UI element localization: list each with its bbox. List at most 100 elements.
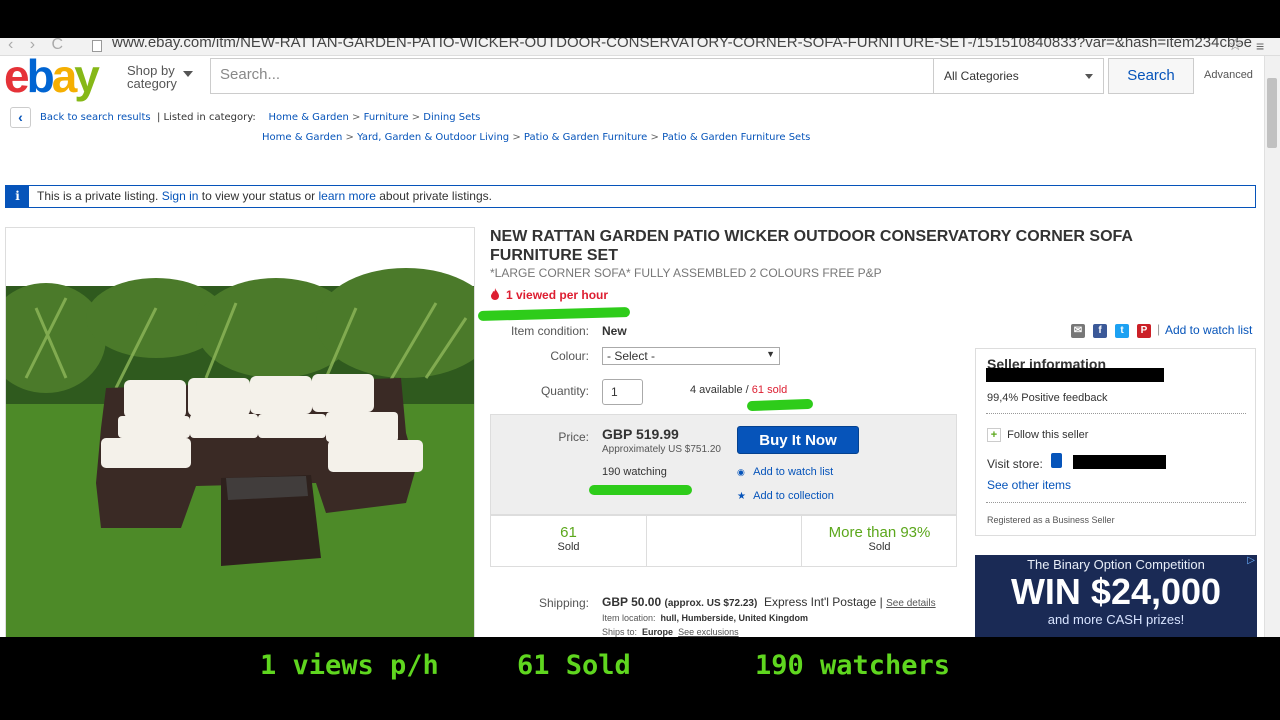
buy-it-now-button[interactable]: Buy It Now [737,426,859,454]
price-label: Price: [558,430,589,444]
stat-value: More than 93% [828,524,931,541]
add-to-watch-list-button[interactable]: ◉ Add to watch list [737,466,833,478]
viewed-text: 1 viewed per hour [506,288,609,302]
shop-by-category-button[interactable]: Shop by category [127,64,177,90]
sign-in-link[interactable]: Sign in [162,189,199,203]
breadcrumb-separator: > [411,112,421,123]
ad-choices-icon[interactable]: ▷ [1247,555,1255,566]
breadcrumb: Back to search results | Listed in categ… [40,112,480,123]
twitter-icon[interactable]: t [1115,324,1129,338]
breadcrumb-link[interactable]: Dining Sets [423,112,480,123]
location-value: hull, Humberside, United Kingdom [660,613,809,623]
breadcrumb-link[interactable]: Patio & Garden Furniture Sets [662,132,810,143]
divider: | [1157,322,1161,336]
see-exclusions-link[interactable]: See exclusions [678,627,739,637]
browser-menu-icon[interactable]: ≡ [1256,38,1264,54]
shipping-label: Shipping: [538,596,589,610]
address-bar[interactable]: ‹ › C www.ebay.com/itm/NEW-RATTAN-GARDEN… [0,38,1280,56]
scrollbar-thumb[interactable] [1267,78,1277,148]
breadcrumb-link[interactable]: Patio & Garden Furniture [524,132,647,143]
back-to-results-link[interactable]: Back to search results [40,112,151,123]
viewed-per-hour: 1 viewed per hour [490,288,608,302]
follow-label: Follow this seller [1007,429,1089,441]
see-other-items-link[interactable]: See other items [987,478,1071,492]
price-approx: Approximately US $751.20 [602,444,721,455]
back-arrow-icon[interactable]: ‹ [10,107,31,128]
product-image[interactable] [5,227,475,637]
bookmark-star-icon[interactable]: ☆ [1228,38,1242,55]
url-text[interactable]: www.ebay.com/itm/NEW-RATTAN-GARDEN-PATIO… [112,38,1252,51]
notice-text: This is a private listing. [37,189,159,203]
plus-icon: + [987,428,1001,442]
divider [646,516,647,566]
logo-letter: e [4,50,30,102]
breadcrumb-link[interactable]: Furniture [364,112,409,123]
divider [986,502,1246,503]
email-icon[interactable]: ✉ [1071,324,1085,338]
breadcrumb-link[interactable]: Home & Garden [269,112,349,123]
flame-icon [491,288,499,300]
collection-label: Add to collection [753,490,834,502]
caption-views: 1 views p/h [260,650,439,681]
stat-sold: 61 Sold [491,524,646,553]
colour-select[interactable]: - Select - ▼ [602,347,780,365]
item-subtitle: *LARGE CORNER SOFA* FULLY ASSEMBLED 2 CO… [490,266,882,280]
logo-letter: y [74,50,100,102]
condition-value: New [602,324,627,338]
stat-label: Sold [868,541,891,553]
category-select[interactable]: All Categories [934,58,1104,94]
private-listing-notice: i This is a private listing. Sign in to … [5,185,1256,208]
pinterest-icon[interactable]: P [1137,324,1151,338]
item-title: NEW RATTAN GARDEN PATIO WICKER OUTDOOR C… [490,228,1133,264]
breadcrumb-link[interactable]: Yard, Garden & Outdoor Living [357,132,509,143]
stat-value: 61 [560,524,577,541]
quantity-input[interactable]: 1 [602,379,643,405]
breadcrumb-separator: > [352,112,361,123]
chevron-down-icon[interactable] [1085,74,1093,79]
condition-label: Item condition: [510,324,589,338]
highlight-mark [477,307,631,321]
breadcrumb-separator: > [345,132,354,143]
breadcrumb-link[interactable]: Home & Garden [262,132,342,143]
seller-information-panel: Seller information 99,4% Positive feedba… [975,348,1256,536]
item-location: Item location: hull, Humberside, United … [602,613,808,623]
shipping-info: GBP 50.00 (approx. US $72.23) Express In… [602,595,936,609]
highlight-mark [746,398,814,412]
availability: 4 available / 61 sold [690,384,787,396]
shipping-price: GBP 50.00 [602,595,662,609]
redacted-store-name [1073,455,1166,469]
ad-line1: The Binary Option Competition [1027,557,1205,572]
follow-seller-button[interactable]: + Follow this seller [987,428,1088,442]
caption-sold: 61 Sold [517,650,631,681]
ships-to: Ships to: Europe See exclusions [602,627,739,637]
store-icon[interactable] [1051,453,1062,468]
facebook-icon[interactable]: f [1093,324,1107,338]
learn-more-link[interactable]: learn more [319,189,376,203]
add-to-collection-button[interactable]: ★ Add to collection [737,490,834,502]
sofa-photo [6,268,474,637]
caption-bar [0,637,1280,720]
highlight-mark [589,485,692,495]
ships-to-label: Ships to: [602,627,638,637]
advanced-search-link[interactable]: Advanced [1204,69,1253,81]
notice-text: to view your status or [201,189,316,203]
watch-label: Add to watch list [753,466,834,478]
chevron-down-icon[interactable] [183,71,193,77]
stat-percent-sold: More than 93% Sold [802,524,957,553]
ad-headline: WIN $24,000 [1010,571,1222,612]
binary-option-ad[interactable]: The Binary Option Competition WIN $24,00… [975,555,1257,637]
see-details-link[interactable]: See details [886,598,935,609]
location-label: Item location: [602,613,656,623]
search-input[interactable]: Search... [210,58,934,94]
private-listing-text: This is a private listing. Sign in to vi… [37,189,492,203]
price-value: GBP 519.99 [602,426,679,442]
browser-viewport: ‹ › C www.ebay.com/itm/NEW-RATTAN-GARDEN… [0,38,1280,637]
ad-line3: and more CASH prizes! [1047,612,1185,627]
colour-label: Colour: [550,349,589,363]
star-icon: ★ [737,491,746,502]
search-button[interactable]: Search [1108,58,1194,94]
visit-store-label: Visit store: [987,457,1043,471]
add-to-watch-list-link[interactable]: Add to watch list [1165,323,1252,337]
ebay-logo[interactable]: ebay [4,53,100,99]
available-text: 4 available / [690,384,749,396]
